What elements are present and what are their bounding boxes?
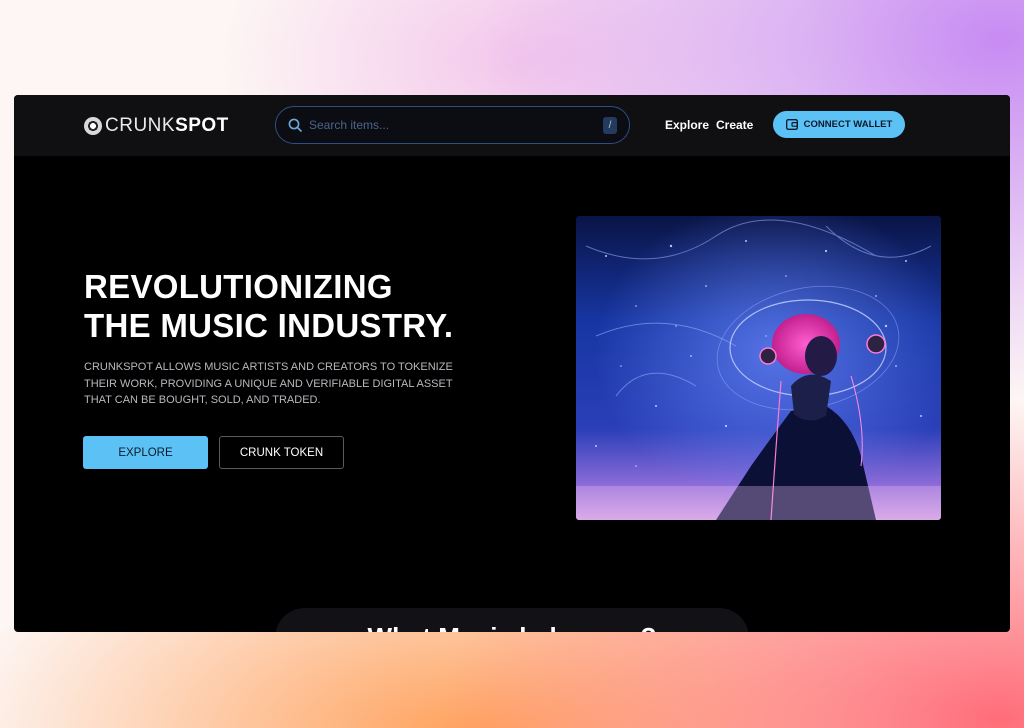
app-window: CRUNKSPOT / Explore Create CONNECT WALLE… — [14, 95, 1010, 632]
section-heading-pill: What Music helps you? — [275, 608, 749, 632]
brand-name-part2: SPOT — [175, 115, 229, 136]
vinyl-icon — [84, 117, 102, 135]
brand-name: CRUNKSPOT — [105, 115, 229, 137]
nav-explore-link[interactable]: Explore — [665, 118, 709, 132]
hero-title: REVOLUTIONIZING THE MUSIC INDUSTRY. — [84, 267, 453, 345]
crunk-token-button[interactable]: CRUNK TOKEN — [219, 436, 344, 469]
nav-create-link[interactable]: Create — [716, 118, 753, 132]
search-input[interactable] — [309, 118, 603, 132]
brand-name-part1: CRUNK — [105, 115, 176, 136]
brand-logo[interactable]: CRUNKSPOT — [84, 115, 229, 137]
explore-button[interactable]: EXPLORE — [83, 436, 208, 469]
search-bar[interactable]: / — [275, 106, 630, 144]
hero-title-line1: REVOLUTIONIZING — [84, 268, 393, 305]
shortcut-key-badge: / — [603, 116, 617, 134]
hero-artwork-image — [576, 216, 941, 520]
search-icon — [288, 118, 302, 132]
section-heading: What Music helps you? — [275, 622, 749, 632]
connect-wallet-button[interactable]: CONNECT WALLET — [773, 111, 905, 138]
hero-description: CRUNKSPOT ALLOWS MUSIC ARTISTS AND CREAT… — [84, 361, 453, 406]
hero-title-line2: THE MUSIC INDUSTRY. — [84, 307, 454, 344]
top-navbar: CRUNKSPOT / Explore Create CONNECT WALLE… — [14, 95, 1010, 156]
connect-wallet-label: CONNECT WALLET — [803, 119, 893, 130]
wallet-icon — [785, 119, 798, 130]
